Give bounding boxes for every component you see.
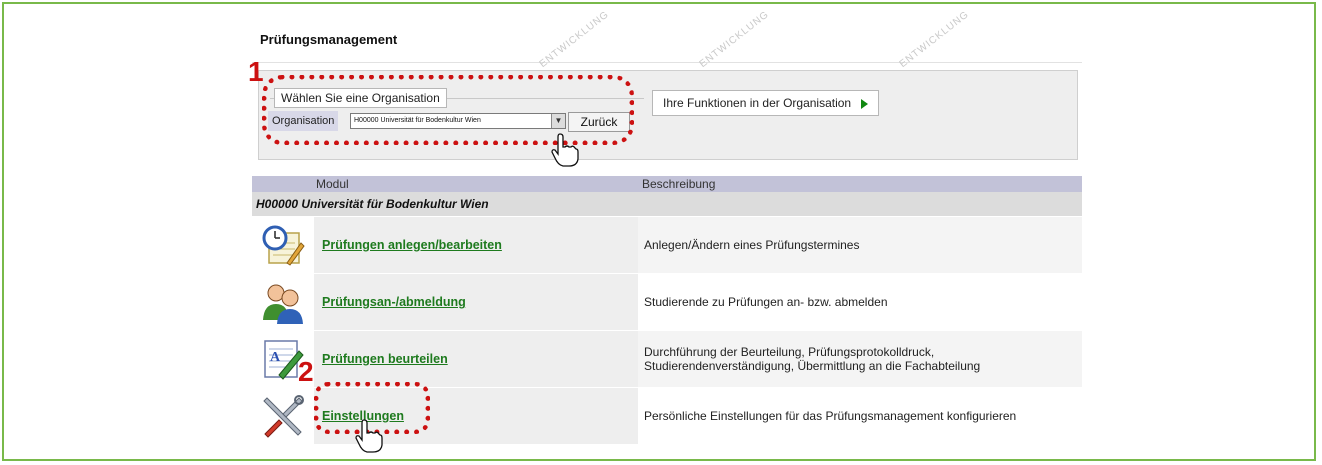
- organisation-group-row: H00000 Universität für Bodenkultur Wien: [252, 192, 1082, 216]
- module-link-registration[interactable]: Prüfungsan-/abmeldung: [322, 295, 466, 309]
- play-arrow-icon: [861, 98, 869, 109]
- module-description-cell: Durchführung der Beurteilung, Prüfungspr…: [638, 331, 1082, 387]
- module-link-create-exams[interactable]: Prüfungen anlegen/bearbeiten: [322, 238, 502, 252]
- calendar-clock-icon: [262, 225, 305, 266]
- functions-button[interactable]: Ihre Funktionen in der Organisation: [652, 90, 880, 116]
- module-description-cell: Studierende zu Prüfungen an- bzw. abmeld…: [638, 274, 1082, 330]
- module-icon-cell: [252, 274, 314, 330]
- module-link-grading[interactable]: Prüfungen beurteilen: [322, 352, 448, 366]
- hand-cursor-icon: [551, 133, 579, 167]
- annotation-step-1: 1: [248, 56, 264, 87]
- table-header: Modul Beschreibung: [252, 176, 1082, 192]
- module-description: Anlegen/Ändern eines Prüfungstermines: [644, 238, 860, 252]
- svg-text:A: A: [270, 350, 281, 365]
- column-header-description: Beschreibung: [642, 177, 716, 191]
- organisation-group-label: H00000 Universität für Bodenkultur Wien: [256, 197, 489, 211]
- module-link-cell: Prüfungsan-/abmeldung: [314, 274, 638, 330]
- module-link-cell: Prüfungen beurteilen: [314, 331, 638, 387]
- users-icon: [263, 284, 303, 324]
- tools-icon: [263, 395, 304, 438]
- annotation-step-2: 2: [298, 356, 314, 387]
- module-description: Persönliche Einstellungen für das Prüfun…: [644, 409, 1017, 423]
- table-row: A Prüfungen beurteilen Durchführung der …: [252, 330, 1082, 387]
- hand-cursor-icon: [355, 419, 383, 453]
- functions-button-label: Ihre Funktionen in der Organisation: [663, 96, 852, 110]
- module-icon-cell: [252, 388, 314, 444]
- column-header-module: Modul: [316, 177, 349, 191]
- module-description-cell: Anlegen/Ändern eines Prüfungstermines: [638, 217, 1082, 273]
- title-divider: [252, 62, 1082, 63]
- table-row: Prüfungen anlegen/bearbeiten Anlegen/Änd…: [252, 216, 1082, 273]
- module-description: Durchführung der Beurteilung, Prüfungspr…: [644, 345, 981, 373]
- table-row: Prüfungsan-/abmeldung Studierende zu Prü…: [252, 273, 1082, 330]
- module-description-cell: Persönliche Einstellungen für das Prüfun…: [638, 388, 1082, 444]
- module-icon-cell: [252, 217, 314, 273]
- page-title: Prüfungsmanagement: [260, 32, 398, 47]
- module-link-cell: Prüfungen anlegen/bearbeiten: [314, 217, 638, 273]
- module-description: Studierende zu Prüfungen an- bzw. abmeld…: [644, 295, 888, 309]
